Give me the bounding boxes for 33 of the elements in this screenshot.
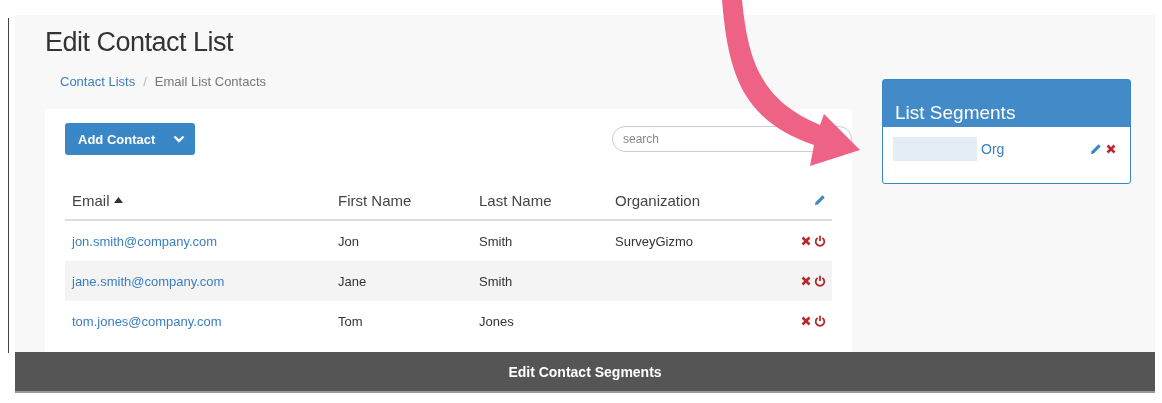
chevron-down-icon <box>173 135 186 143</box>
add-contact-button[interactable]: Add Contact <box>65 123 196 155</box>
breadcrumb-current: Email List Contacts <box>154 74 267 89</box>
column-header[interactable]: Last Name <box>479 191 552 209</box>
column-header[interactable]: Organization <box>615 191 701 209</box>
panel-title: List Segments <box>895 102 1016 124</box>
table-cell: SurveyGizmo <box>615 233 694 249</box>
delete-icon[interactable] <box>1106 144 1116 154</box>
column-header[interactable]: Email <box>72 191 110 209</box>
table-cell: Jon <box>338 233 359 249</box>
email-link[interactable]: jon.smith@company.com <box>72 233 218 249</box>
table-cell: Jane <box>338 273 367 289</box>
table-cell: Jones <box>479 313 514 329</box>
sort-ascending-icon <box>113 197 123 203</box>
table-cell: Tom <box>338 313 363 329</box>
breadcrumb-separator: / <box>143 74 147 89</box>
delete-icon[interactable] <box>801 236 811 246</box>
email-link[interactable]: tom.jones@company.com <box>72 313 222 329</box>
caption-text: Edit Contact Segments <box>508 363 662 380</box>
power-icon[interactable] <box>814 275 826 287</box>
table-cell: Smith <box>479 273 513 289</box>
edit-columns-icon[interactable] <box>814 194 826 206</box>
table-cell: Smith <box>479 233 513 249</box>
edit-icon[interactable] <box>1090 143 1102 155</box>
power-icon[interactable] <box>814 315 826 327</box>
delete-icon[interactable] <box>801 316 811 326</box>
power-icon[interactable] <box>814 235 826 247</box>
email-link[interactable]: jane.smith@company.com <box>72 273 225 289</box>
page-title: Edit Contact List <box>45 27 235 58</box>
column-header[interactable]: First Name <box>338 191 412 209</box>
delete-icon[interactable] <box>801 276 811 286</box>
segment-link[interactable]: Org <box>981 141 1005 157</box>
breadcrumb-link[interactable]: Contact Lists <box>60 74 136 89</box>
